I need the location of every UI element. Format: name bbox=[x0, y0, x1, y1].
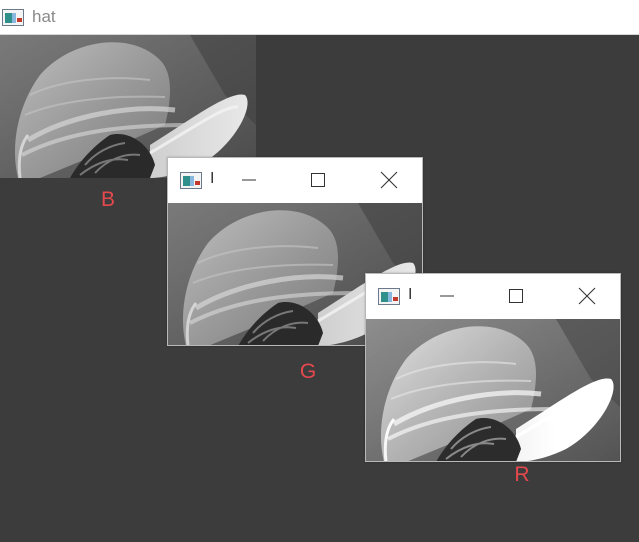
channel-r-label: R bbox=[514, 463, 530, 486]
maximize-icon[interactable] bbox=[501, 283, 531, 309]
maximize-icon[interactable] bbox=[303, 167, 333, 193]
app-window-icon bbox=[180, 172, 202, 189]
channel-r-window[interactable]: I bbox=[365, 273, 621, 462]
close-icon[interactable] bbox=[572, 283, 602, 309]
channel-g-label: G bbox=[299, 360, 317, 383]
app-window-icon bbox=[378, 288, 400, 305]
minimize-icon[interactable] bbox=[432, 283, 462, 309]
channel-r-titlebar[interactable]: I bbox=[366, 274, 620, 319]
main-window-title: hat bbox=[32, 7, 56, 26]
minimize-icon[interactable] bbox=[234, 167, 264, 193]
channel-g-window-title: I bbox=[210, 170, 215, 187]
channel-b-label: B bbox=[100, 188, 115, 211]
channel-g-titlebar[interactable]: I bbox=[168, 158, 422, 203]
main-window-titlebar[interactable]: hat bbox=[0, 0, 639, 35]
channel-r-image bbox=[366, 319, 620, 461]
channel-r-window-title: I bbox=[408, 286, 413, 303]
close-icon[interactable] bbox=[374, 167, 404, 193]
app-window-icon bbox=[2, 9, 24, 26]
